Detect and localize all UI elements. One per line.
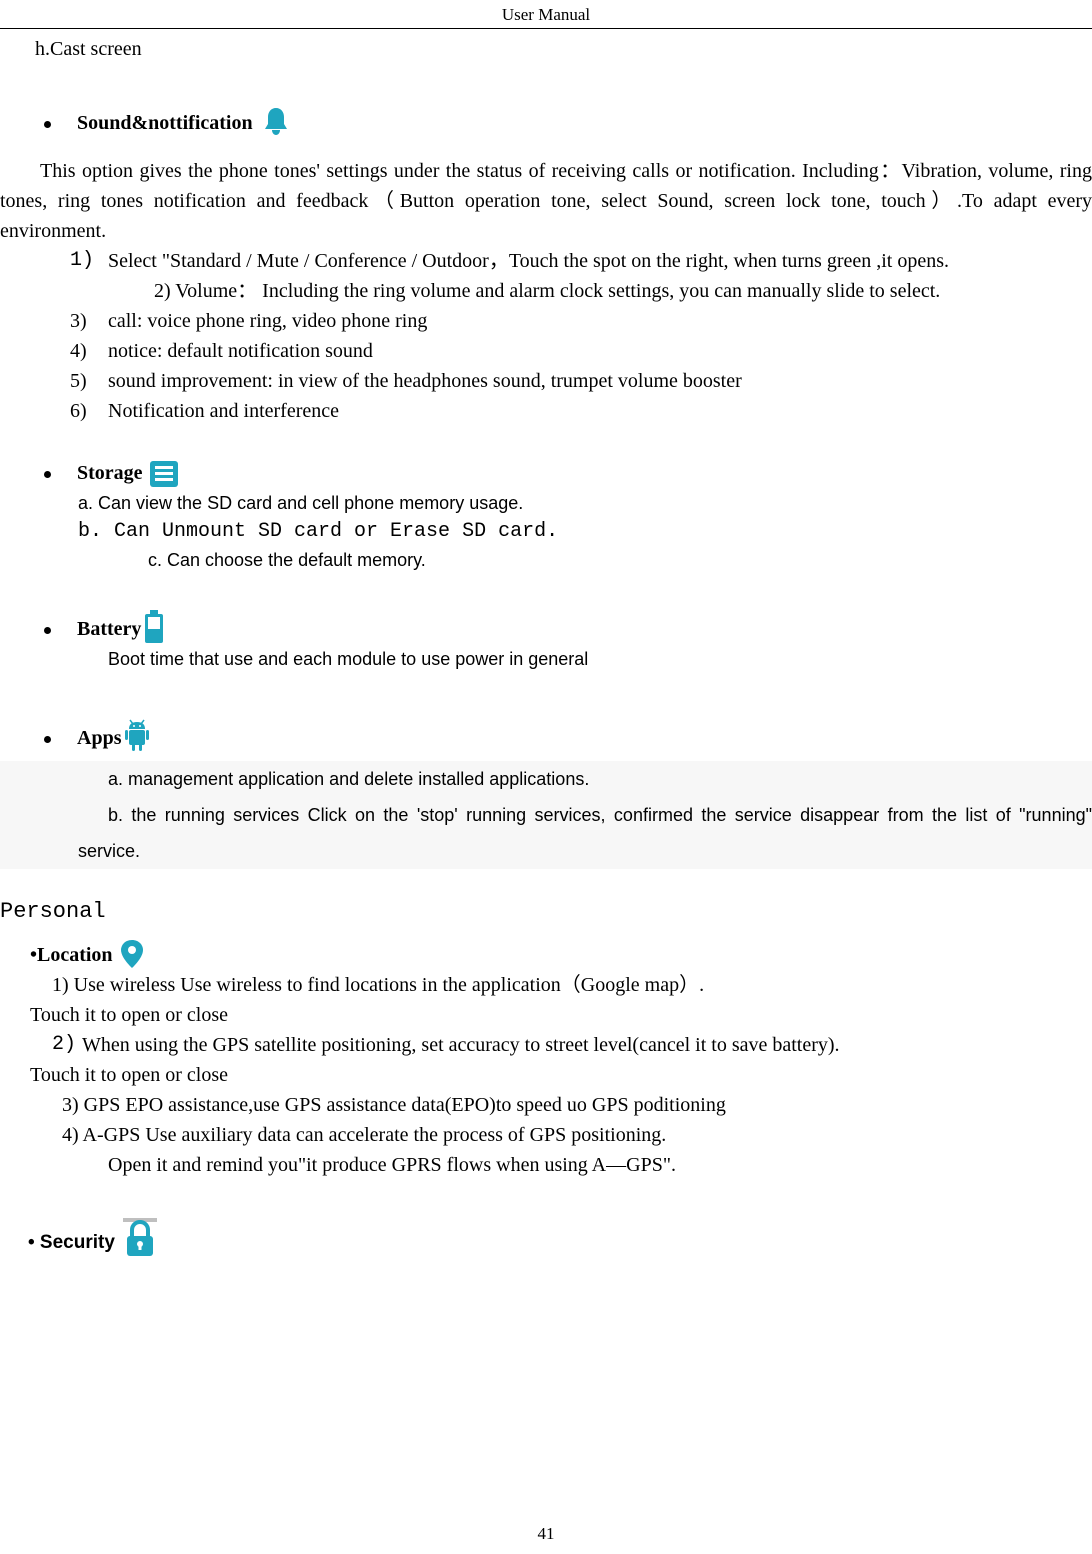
sound-list: 1) Select "Standard / Mute / Conference … xyxy=(0,246,1092,426)
location-touch: Touch it to open or close xyxy=(0,1060,1092,1090)
item-text: Notification and interference xyxy=(108,396,1092,426)
location-open: Open it and remind you"it produce GPRS f… xyxy=(0,1150,1092,1180)
sound-paragraph: This option gives the phone tones' setti… xyxy=(0,156,1092,246)
item-text: notice: default notification sound xyxy=(108,336,1092,366)
storage-item: b. Can Unmount SD card or Erase SD card. xyxy=(0,517,1092,547)
item-number: 6) xyxy=(70,396,108,426)
location-title: •Location xyxy=(30,940,113,970)
storage-title: Storage xyxy=(77,458,143,488)
section-sound: Sound&nottification xyxy=(0,104,1092,138)
battery-icon xyxy=(143,610,165,644)
location-item: 1) Use wireless Use wireless to find loc… xyxy=(0,970,1092,1000)
sound-title: Sound&nottification xyxy=(77,108,253,138)
apps-item: a. management application and delete ins… xyxy=(0,761,1092,797)
apps-title: Apps xyxy=(77,723,121,753)
location-item: 3) GPS EPO assistance,use GPS assistance… xyxy=(0,1090,1092,1120)
location-item: 4) A-GPS Use auxiliary data can accelera… xyxy=(0,1120,1092,1150)
section-battery: Battery xyxy=(0,610,1092,644)
bullet-icon xyxy=(44,471,51,478)
location-touch: Touch it to open or close xyxy=(0,1000,1092,1030)
lock-icon xyxy=(123,1218,157,1258)
apps-item: b. the running services Click on the 'st… xyxy=(0,797,1092,869)
section-location: •Location xyxy=(30,938,1092,970)
location-item: 2) When using the GPS satellite position… xyxy=(0,1030,1092,1060)
section-storage: Storage xyxy=(0,458,1092,488)
item-number: 1) xyxy=(70,246,108,276)
page-number: 41 xyxy=(0,1521,1092,1547)
item-text: sound improvement: in view of the headph… xyxy=(108,366,1092,396)
bell-icon xyxy=(259,104,293,138)
bullet-icon xyxy=(44,121,51,128)
item-number: 4) xyxy=(70,336,108,366)
item-number: 2) xyxy=(52,1030,82,1060)
storage-item: c. Can choose the default memory. xyxy=(0,547,1092,574)
bullet-icon xyxy=(44,736,51,743)
security-title: • Security xyxy=(28,1229,115,1258)
item-text: 2) Volume： Including the ring volume and… xyxy=(108,276,1092,306)
storage-item: a. Can view the SD card and cell phone m… xyxy=(0,490,1092,517)
section-apps: Apps xyxy=(0,719,1092,753)
item-number xyxy=(70,276,108,306)
page-header: User Manual xyxy=(0,0,1092,29)
android-icon xyxy=(123,719,151,753)
personal-heading: Personal xyxy=(0,895,1092,928)
battery-text: Boot time that use and each module to us… xyxy=(0,646,1092,673)
item-number: 3) xyxy=(70,306,108,336)
item-text: Select "Standard / Mute / Conference / O… xyxy=(108,246,1092,276)
battery-title: Battery xyxy=(77,614,141,644)
bullet-icon xyxy=(44,627,51,634)
section-security: • Security xyxy=(28,1218,1092,1258)
location-pin-icon xyxy=(119,938,145,970)
item-text: call: voice phone ring, video phone ring xyxy=(108,306,1092,336)
storage-icon xyxy=(149,460,179,488)
intro-text: h.Cast screen xyxy=(0,34,1092,64)
item-number: 5) xyxy=(70,366,108,396)
item-text: When using the GPS satellite positioning… xyxy=(82,1030,1092,1060)
